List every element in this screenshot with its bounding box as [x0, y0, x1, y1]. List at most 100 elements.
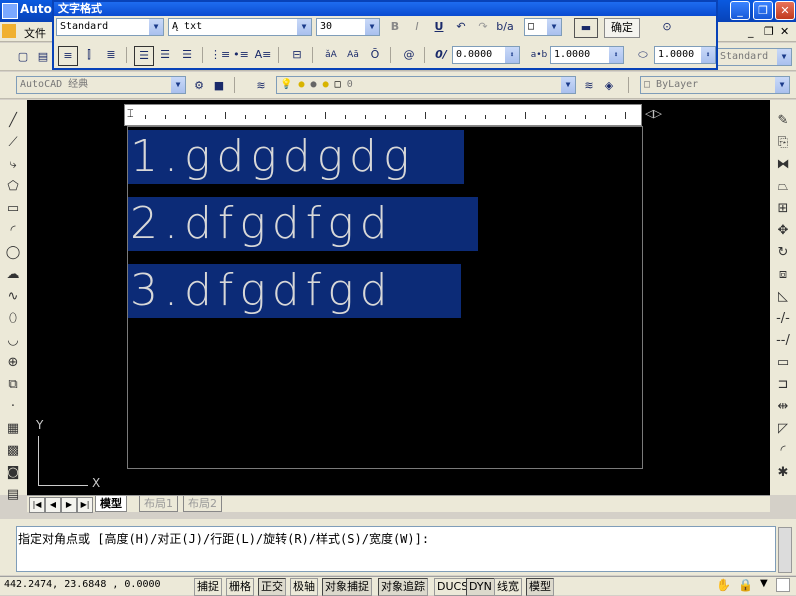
menu-file[interactable]: 文件: [24, 25, 46, 41]
options-icon[interactable]: ⊙: [658, 18, 676, 36]
lineweight-toggle[interactable]: 线宽: [494, 578, 522, 596]
break-icon[interactable]: ▭: [774, 354, 792, 372]
undo-icon[interactable]: ↶: [452, 18, 470, 36]
clean-screen-icon[interactable]: [776, 578, 790, 592]
text-line-1[interactable]: 1.gdgdgdg: [128, 130, 464, 184]
grid-toggle[interactable]: 栅格: [226, 578, 254, 596]
chevron-down-icon[interactable]: ▼: [149, 19, 163, 35]
new-icon[interactable]: ▢: [14, 48, 32, 66]
table-icon[interactable]: ▤: [4, 486, 22, 504]
array-icon[interactable]: ⊞: [774, 200, 792, 218]
doc-close-icon[interactable]: ✕: [780, 25, 789, 38]
doc-restore-icon[interactable]: ❐: [764, 25, 774, 38]
text-color-combo[interactable]: □ ▼: [524, 18, 562, 36]
model-toggle[interactable]: 模型: [526, 578, 554, 596]
chamfer-icon[interactable]: ◸: [774, 420, 792, 438]
polar-toggle[interactable]: 极轴: [290, 578, 318, 596]
make-block-icon[interactable]: ⧉: [4, 376, 22, 394]
dyn-toggle[interactable]: DYN: [466, 578, 495, 596]
ruler-toggle-icon[interactable]: ▬: [574, 18, 598, 38]
circle-icon[interactable]: ◯: [4, 244, 22, 262]
ellipse-arc-icon[interactable]: ◡: [4, 332, 22, 350]
maximize-button[interactable]: ❐: [753, 1, 773, 20]
align-top-icon[interactable]: ☰: [134, 46, 154, 66]
text-format-title[interactable]: 文字格式: [54, 2, 716, 16]
uppercase-icon[interactable]: ǎA: [322, 46, 340, 64]
text-style-combo[interactable]: Standard ▼: [56, 18, 164, 36]
align-right-icon[interactable]: ≣: [102, 46, 120, 64]
text-height-combo[interactable]: 30 ▼: [316, 18, 380, 36]
snap-toggle[interactable]: 捕捉: [194, 578, 222, 596]
workspace-save-icon[interactable]: ■: [210, 77, 228, 95]
construction-line-icon[interactable]: ⟋: [4, 134, 22, 152]
ellipse-icon[interactable]: ⬯: [4, 310, 22, 328]
symbol-icon[interactable]: @: [400, 46, 418, 64]
spinner-icon[interactable]: ⬍: [701, 47, 715, 63]
doc-minimize-icon[interactable]: _: [748, 25, 754, 38]
offset-icon[interactable]: ⏢: [774, 178, 792, 196]
prev-tab-icon[interactable]: ◀: [45, 497, 61, 513]
explode-icon[interactable]: ✱: [774, 464, 792, 482]
text-ruler[interactable]: ⌶ ◁▷: [124, 104, 662, 126]
first-tab-icon[interactable]: |◀: [29, 497, 45, 513]
font-combo[interactable]: Ą txt ▼: [168, 18, 312, 36]
make-layer-current-icon[interactable]: ≋: [580, 77, 598, 95]
hatch-icon[interactable]: ▦: [4, 420, 22, 438]
dimstyle-combo[interactable]: Standard ▼: [716, 48, 792, 66]
color-combo[interactable]: □ ByLayer ▼: [640, 76, 790, 94]
autocad-app-icon[interactable]: [2, 3, 18, 19]
oblique-icon[interactable]: 0/: [432, 46, 450, 64]
close-button[interactable]: ✕: [775, 1, 795, 20]
tracking-input[interactable]: 1.0000 ⬍: [550, 46, 624, 64]
ok-button[interactable]: 确定: [604, 18, 640, 38]
uppercase-list-icon[interactable]: A≡: [254, 46, 272, 64]
underline-button[interactable]: U: [430, 18, 448, 36]
chevron-down-icon[interactable]: ▼: [365, 19, 379, 35]
layer-combo[interactable]: 💡 ● ● ● □ 0 ▼: [276, 76, 576, 94]
scale-icon[interactable]: ⧈: [774, 266, 792, 284]
text-line-3[interactable]: 3.dfgdfgd: [128, 264, 461, 318]
indent-marker-icon[interactable]: ⌶: [127, 107, 134, 121]
rotate-icon[interactable]: ↻: [774, 244, 792, 262]
chevron-down-icon[interactable]: ▼: [561, 77, 575, 93]
ortho-toggle[interactable]: 正交: [258, 578, 286, 596]
insert-block-icon[interactable]: ⊕: [4, 354, 22, 372]
fillet-icon[interactable]: ◜: [774, 442, 792, 460]
spinner-icon[interactable]: ⬍: [505, 47, 519, 63]
chevron-down-icon[interactable]: ▼: [777, 49, 791, 65]
chevron-down-icon[interactable]: ▼: [547, 19, 561, 35]
chevron-down-icon[interactable]: ▼: [171, 77, 185, 93]
line-icon[interactable]: ╱: [4, 112, 22, 130]
join-icon[interactable]: ⊐: [774, 376, 792, 394]
chevron-down-icon[interactable]: ▼: [775, 77, 789, 93]
justify-icon[interactable]: ≡: [58, 46, 78, 66]
otrack-toggle[interactable]: 对象追踪: [378, 578, 428, 596]
align-left-icon[interactable]: ⫿: [80, 46, 98, 64]
workspace-settings-icon[interactable]: ⚙: [190, 77, 208, 95]
minimize-button[interactable]: _: [730, 1, 750, 20]
revision-cloud-icon[interactable]: ☁: [4, 266, 22, 284]
ruler-resize-icon[interactable]: ◁▷: [645, 107, 662, 120]
document-icon[interactable]: [2, 24, 16, 38]
osnap-toggle[interactable]: 对象捕捉: [322, 578, 372, 596]
erase-icon[interactable]: ✎: [774, 112, 792, 130]
copy-icon[interactable]: ⎘: [774, 134, 792, 152]
extend-icon[interactable]: --/: [774, 332, 792, 350]
last-tab-icon[interactable]: ▶|: [77, 497, 93, 513]
polygon-icon[interactable]: ⬠: [4, 178, 22, 196]
numbering-icon[interactable]: ⋮≡: [210, 46, 230, 64]
width-factor-icon[interactable]: ⬭: [634, 46, 652, 64]
insert-field-icon[interactable]: ⊟: [288, 46, 306, 64]
point-icon[interactable]: ·: [4, 398, 22, 416]
oblique-angle-input[interactable]: 0.0000 ⬍: [452, 46, 520, 64]
trim-icon[interactable]: -/-: [774, 310, 792, 328]
annotation-scale-icon[interactable]: ✋: [716, 578, 731, 592]
overline-icon[interactable]: Ō: [366, 46, 384, 64]
bold-button[interactable]: B: [386, 18, 404, 36]
gradient-icon[interactable]: ▩: [4, 442, 22, 460]
bullets-icon[interactable]: •≡: [232, 46, 250, 64]
next-tab-icon[interactable]: ▶: [61, 497, 77, 513]
region-icon[interactable]: ◙: [4, 464, 22, 482]
tab-model[interactable]: 模型: [95, 496, 127, 512]
text-line-2[interactable]: 2.dfgdfgd: [128, 197, 478, 251]
